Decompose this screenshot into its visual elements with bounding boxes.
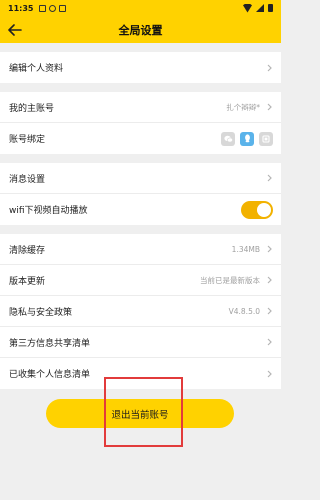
chevron-right-icon	[265, 244, 273, 254]
system-icons	[243, 3, 273, 13]
chevron-right-icon	[265, 275, 273, 285]
settings-group-messages: 消息设置 wifi下视频自动播放	[0, 163, 281, 225]
settings-group-general: 清除缓存 1.34MB 版本更新 当前已是最新版本 隐私与安全政策 V4.8.5…	[0, 234, 281, 389]
main-account-row[interactable]: 我的主账号 扎个辫辫*	[0, 92, 281, 123]
wifi-icon	[243, 3, 252, 13]
row-label: 我的主账号	[9, 103, 55, 114]
signal-icon	[256, 4, 264, 12]
chevron-right-icon	[265, 306, 273, 316]
row-value: 扎个辫辫*	[226, 102, 260, 112]
gallery-icon	[39, 4, 47, 12]
logout-button[interactable]: 退出当前账号	[46, 399, 234, 428]
circle-icon	[49, 4, 57, 12]
row-value: 1.34MB	[231, 244, 260, 254]
clear-cache-row[interactable]: 清除缓存 1.34MB	[0, 234, 281, 265]
account-binding-row[interactable]: 账号绑定	[0, 123, 281, 154]
message-settings-row[interactable]: 消息设置	[0, 163, 281, 194]
third-party-sharing-row[interactable]: 第三方信息共享清单	[0, 327, 281, 358]
toggle-knob	[257, 202, 271, 217]
wifi-autoplay-toggle[interactable]	[241, 200, 273, 219]
privacy-policy-row[interactable]: 隐私与安全政策 V4.8.5.0	[0, 296, 281, 327]
logout-label: 退出当前账号	[111, 409, 169, 421]
row-label: wifi下视频自动播放	[9, 206, 88, 216]
row-label: 编辑个人资料	[9, 64, 64, 74]
row-label: 消息设置	[9, 174, 46, 185]
back-button[interactable]	[4, 19, 26, 41]
chevron-right-icon	[265, 63, 273, 73]
chevron-right-icon	[265, 173, 273, 183]
weibo-icon	[259, 131, 273, 146]
edit-profile-row[interactable]: 编辑个人资料	[0, 52, 281, 83]
back-arrow-icon	[8, 24, 22, 36]
row-label: 账号绑定	[9, 135, 46, 145]
row-label: 清除缓存	[9, 245, 46, 256]
row-value: 当前已是最新版本	[200, 275, 260, 285]
settings-group-profile: 编辑个人资料	[0, 52, 281, 83]
chevron-right-icon	[265, 102, 273, 112]
chevron-right-icon	[265, 337, 273, 347]
settings-group-account: 我的主账号 扎个辫辫* 账号绑定	[0, 92, 281, 154]
a-icon	[59, 4, 67, 12]
wifi-autoplay-row: wifi下视频自动播放	[0, 194, 281, 225]
collected-info-row[interactable]: 已收集个人信息清单	[0, 358, 281, 389]
page-title: 全局设置	[118, 23, 163, 37]
row-label: 已收集个人信息清单	[9, 370, 91, 380]
row-label: 第三方信息共享清单	[9, 338, 91, 349]
status-bar: 11:35	[0, 0, 281, 16]
header: 全局设置	[0, 16, 281, 43]
chevron-right-icon	[265, 369, 273, 379]
status-time: 11:35	[8, 3, 34, 13]
wechat-icon	[221, 131, 235, 146]
row-value: V4.8.5.0	[228, 306, 260, 316]
notification-icons	[39, 4, 67, 12]
row-label: 版本更新	[9, 276, 46, 287]
battery-icon	[268, 4, 273, 12]
qq-icon	[240, 131, 254, 146]
version-update-row[interactable]: 版本更新 当前已是最新版本	[0, 265, 281, 296]
binding-icons	[221, 131, 273, 146]
row-label: 隐私与安全政策	[9, 307, 73, 318]
